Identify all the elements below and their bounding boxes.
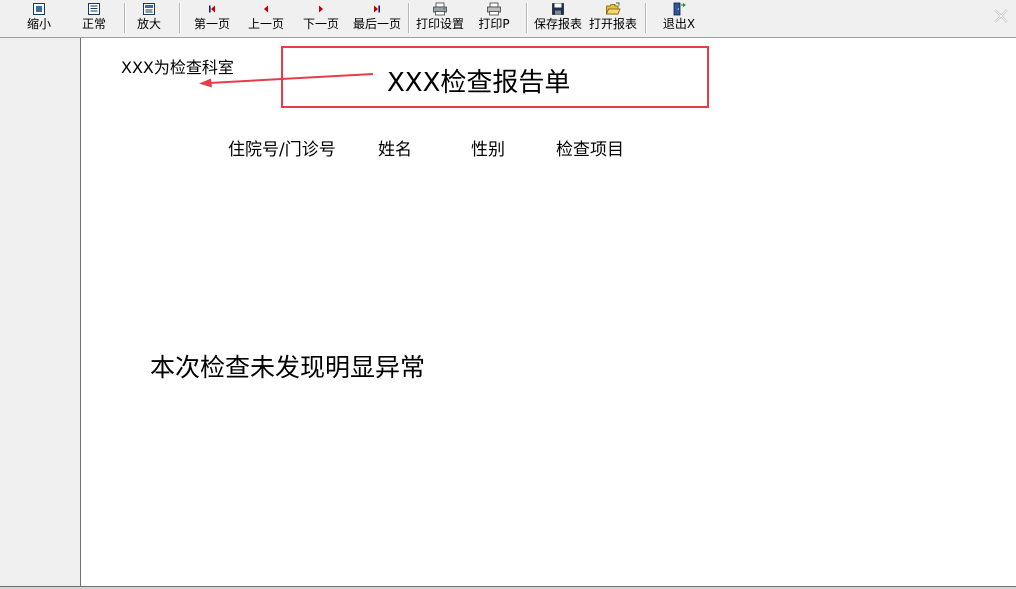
- normal-size-button[interactable]: 正常: [79, 2, 109, 34]
- open-folder-icon: [605, 2, 621, 16]
- last-page-label: 最后一页: [352, 17, 401, 31]
- zoom-out-button[interactable]: 缩小: [24, 2, 54, 34]
- printer-icon: [486, 2, 502, 16]
- column-header-gender: 性别: [471, 140, 505, 160]
- exam-result-text: 本次检查未发现明显异常: [150, 353, 426, 382]
- last-page-button[interactable]: 最后一页: [351, 2, 403, 34]
- zoom-in-button[interactable]: 放大: [134, 2, 164, 34]
- normal-size-label: 正常: [81, 17, 106, 31]
- print-setup-button[interactable]: 打印设置: [414, 2, 466, 34]
- open-report-button[interactable]: 打开报表: [587, 2, 639, 34]
- first-page-icon: [206, 2, 218, 16]
- column-header-exam-item: 检查项目: [556, 140, 624, 160]
- exit-label: 退出X: [662, 17, 696, 31]
- save-disk-icon: [551, 2, 565, 16]
- page-normal-icon: [87, 2, 101, 16]
- toolbar-separator: [645, 3, 647, 33]
- prev-page-icon: [260, 2, 272, 16]
- zoom-out-label: 缩小: [26, 17, 51, 31]
- zoom-in-icon: [142, 2, 156, 16]
- print-setup-label: 打印设置: [415, 17, 464, 31]
- prev-page-label: 上一页: [247, 17, 284, 31]
- zoom-out-icon: [32, 2, 46, 16]
- next-page-button[interactable]: 下一页: [301, 2, 341, 34]
- print-setup-icon: [432, 2, 448, 16]
- zoom-in-label: 放大: [136, 17, 161, 31]
- print-button[interactable]: 打印P: [476, 2, 512, 34]
- first-page-button[interactable]: 第一页: [192, 2, 232, 34]
- save-report-label: 保存报表: [533, 17, 582, 31]
- toolbar-separator: [408, 3, 410, 33]
- column-header-name: 姓名: [378, 140, 412, 160]
- print-label: 打印P: [478, 17, 510, 31]
- next-page-label: 下一页: [302, 17, 339, 31]
- report-title: XXX检查报告单: [387, 68, 571, 98]
- next-page-icon: [315, 2, 327, 16]
- exit-door-icon: [671, 2, 687, 16]
- page-thumbnail-panel: [0, 38, 81, 586]
- exit-button[interactable]: 退出X: [661, 2, 697, 34]
- last-page-icon: [371, 2, 383, 16]
- toolbar-separator: [526, 3, 528, 33]
- column-header-id: 住院号/门诊号: [228, 140, 336, 160]
- close-icon[interactable]: [992, 7, 1010, 25]
- open-report-label: 打开报表: [588, 17, 637, 31]
- toolbar-separator: [124, 3, 126, 33]
- toolbar: 缩小 正常 放大 第一页 上一页 下一页 最后一页 打印设置 打印P 保存报表 …: [0, 0, 1016, 38]
- report-page: XXX为检查科室 XXX检查报告单 住院号/门诊号 姓名 性别 检查项目 本次检…: [81, 38, 1016, 586]
- first-page-label: 第一页: [193, 17, 230, 31]
- save-report-button[interactable]: 保存报表: [532, 2, 584, 34]
- toolbar-separator: [179, 3, 181, 33]
- report-viewer-window: 缩小 正常 放大 第一页 上一页 下一页 最后一页 打印设置 打印P 保存报表 …: [0, 0, 1016, 589]
- prev-page-button[interactable]: 上一页: [246, 2, 286, 34]
